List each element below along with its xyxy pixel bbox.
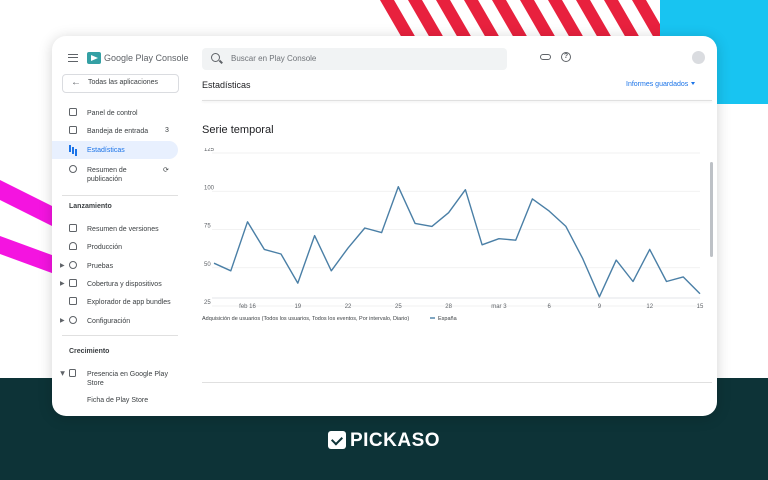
inbox-count-badge: 3: [165, 127, 169, 134]
publishing-overview-icon: [69, 165, 77, 173]
y-tick-label: 100: [204, 185, 215, 191]
brand-logo: PICKASO: [0, 430, 768, 452]
sidebar-item-testing[interactable]: ▶ Pruebas: [52, 258, 178, 274]
bar-chart-icon: [69, 144, 77, 152]
dashboard-icon: [69, 108, 77, 116]
divider: [62, 335, 178, 336]
search-input[interactable]: Buscar en Play Console: [202, 48, 507, 70]
caret-down-icon: ▶: [58, 371, 65, 376]
sidebar-item-inbox[interactable]: Bandeja de entrada 3: [52, 123, 178, 139]
gridlines: [212, 152, 700, 307]
page-title: Estadísticas: [202, 80, 251, 90]
sync-icon: ⟳: [163, 167, 169, 174]
caret-right-icon: ▶: [60, 281, 65, 287]
search-placeholder: Buscar en Play Console: [231, 54, 317, 63]
y-tick-label: 50: [204, 262, 211, 268]
pickaso-logo-icon: [327, 431, 346, 449]
chart-title: Serie temporal: [202, 124, 274, 136]
sidebar-item-bundle-explorer[interactable]: Explorador de app bundles: [52, 294, 178, 310]
sidebar-item-coverage-devices[interactable]: ▶ Cobertura y dispositivos: [52, 276, 178, 292]
caret-right-icon: ▶: [60, 263, 65, 269]
x-tick-label: feb 16: [239, 304, 256, 310]
growth-heading: Crecimiento: [69, 348, 110, 355]
brand-name: PICKASO: [349, 430, 441, 451]
sidebar-item-dashboard[interactable]: Panel de control: [52, 105, 178, 121]
sidebar-item-settings[interactable]: ▶ Configuración: [52, 313, 178, 329]
sidebar-item-releases-overview[interactable]: Resumen de versiones: [52, 221, 178, 237]
link-icon[interactable]: [540, 54, 551, 60]
play-icon: [69, 369, 76, 377]
x-tick-label: 25: [395, 304, 402, 310]
app-title[interactable]: Google Play Console: [104, 53, 189, 63]
all-apps-label: Todas las aplicaciones: [88, 79, 159, 86]
divider: [202, 382, 712, 383]
magenta-decoration: [0, 236, 60, 276]
bundle-icon: [69, 297, 77, 305]
play-console-window: Google Play Console Buscar en Play Conso…: [52, 36, 717, 416]
divider: [62, 195, 178, 196]
x-tick-label: 9: [598, 304, 602, 310]
series-line-espana: [213, 186, 701, 298]
legend-series-name: España: [438, 316, 458, 322]
saved-reports-dropdown[interactable]: Informes guardados: [626, 81, 696, 88]
hamburger-menu-icon[interactable]: [68, 54, 78, 62]
legend-caption: Adquisición de usuarios (Todos los usuar…: [202, 316, 409, 322]
sidebar-item-publishing-overview[interactable]: Resumen de publicación ⟳: [52, 162, 178, 184]
x-tick-label: 6: [548, 304, 552, 310]
caret-right-icon: ▶: [60, 318, 65, 324]
x-tick-label: mar 3: [491, 304, 507, 310]
sidebar-item-statistics[interactable]: Estadísticas: [52, 141, 178, 159]
testing-icon: [69, 261, 77, 269]
inbox-icon: [69, 126, 77, 134]
launch-heading: Lanzamiento: [69, 203, 112, 210]
time-series-chart: 25 50 75 100 125 feb 16 19 22 25 28 mar 3 6 9 12 15 A…: [202, 148, 704, 322]
x-tick-label: 22: [345, 304, 352, 310]
divider: [202, 100, 712, 101]
avatar[interactable]: [692, 51, 705, 64]
striped-decoration: [370, 0, 660, 38]
x-axis-ticks: feb 16 19 22 25 28 mar 3 6 9 12 15: [239, 304, 704, 310]
sidebar-item-store-listing[interactable]: Ficha de Play Store: [52, 392, 178, 408]
magenta-decoration: [0, 180, 60, 230]
scrollbar[interactable]: [710, 162, 713, 257]
x-tick-label: 12: [646, 304, 653, 310]
google-play-console-logo-icon: [87, 52, 101, 64]
y-tick-label: 25: [204, 300, 211, 306]
y-tick-label: 125: [204, 148, 215, 153]
y-tick-label: 75: [204, 224, 211, 230]
all-apps-button[interactable]: ← Todas las aplicaciones: [62, 74, 179, 93]
main-content: Estadísticas Informes guardados Serie te…: [202, 70, 717, 416]
chart-legend: Adquisición de usuarios (Todos los usuar…: [202, 316, 458, 322]
caret-down-icon: [691, 82, 696, 85]
devices-icon: [69, 279, 77, 287]
production-icon: [69, 242, 77, 250]
x-tick-label: 15: [697, 304, 704, 310]
gear-icon: [69, 316, 77, 324]
arrow-left-icon: ←: [71, 77, 81, 88]
sidebar-item-production[interactable]: Producción: [52, 239, 178, 255]
y-axis-ticks: 25 50 75 100 125: [204, 148, 215, 306]
releases-icon: [69, 224, 77, 232]
x-tick-label: 28: [445, 304, 452, 310]
search-icon: [211, 53, 220, 62]
x-tick-label: 19: [294, 304, 301, 310]
sidebar-item-store-presence[interactable]: ▶ Presencia en Google Play Store: [52, 366, 178, 388]
sidebar: ← Todas las aplicaciones Panel de contro…: [52, 70, 182, 416]
help-icon[interactable]: ?: [561, 52, 571, 62]
